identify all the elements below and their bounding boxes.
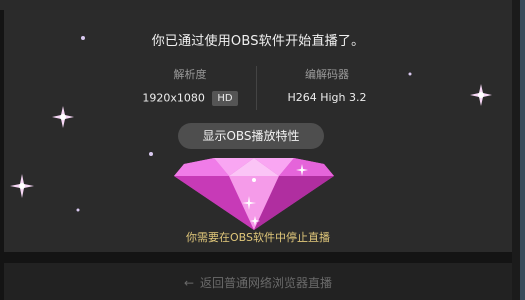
- bottom-bar: ← 返回普通网络浏览器直播: [4, 263, 512, 300]
- resolution-value-row: 1920x1080 HD: [124, 91, 256, 106]
- sparkle-icon: [76, 208, 80, 212]
- info-divider: [256, 66, 257, 110]
- back-link-label: 返回普通网络浏览器直播: [200, 276, 333, 290]
- sparkle-icon: [296, 164, 308, 176]
- codec-info: 编解码器 H264 High 3.2: [262, 66, 392, 104]
- arrow-left-icon: ←: [183, 276, 195, 290]
- sparkle-icon: [250, 216, 260, 226]
- resolution-value: 1920x1080: [142, 91, 205, 105]
- top-strip: [0, 0, 525, 10]
- sparkle-icon: [149, 152, 153, 156]
- resolution-label: 解析度: [173, 68, 207, 81]
- sparkle-icon: [242, 196, 256, 210]
- codec-value: H264 High 3.2: [287, 91, 367, 104]
- sparkle-icon: [81, 36, 85, 40]
- codec-label: 编解码器: [305, 68, 349, 81]
- show-obs-features-button[interactable]: 显示OBS播放特性: [178, 123, 324, 149]
- back-to-browser-stream-link[interactable]: ← 返回普通网络浏览器直播: [4, 274, 512, 291]
- resolution-info: 解析度 1920x1080 HD: [124, 66, 256, 106]
- sparkle-icon: [10, 174, 34, 198]
- sparkle-icon: [408, 72, 412, 76]
- sparkle-icon: [470, 84, 492, 106]
- sparkle-icon: [52, 106, 74, 128]
- live-status-panel: 你已通过使用OBS软件开始直播了。 解析度 1920x1080 HD 编解码器 …: [4, 10, 512, 252]
- hd-badge: HD: [212, 91, 238, 106]
- scrollbar-track[interactable]: [520, 0, 525, 300]
- stop-streaming-hint: 你需要在OBS软件中停止直播: [186, 231, 330, 244]
